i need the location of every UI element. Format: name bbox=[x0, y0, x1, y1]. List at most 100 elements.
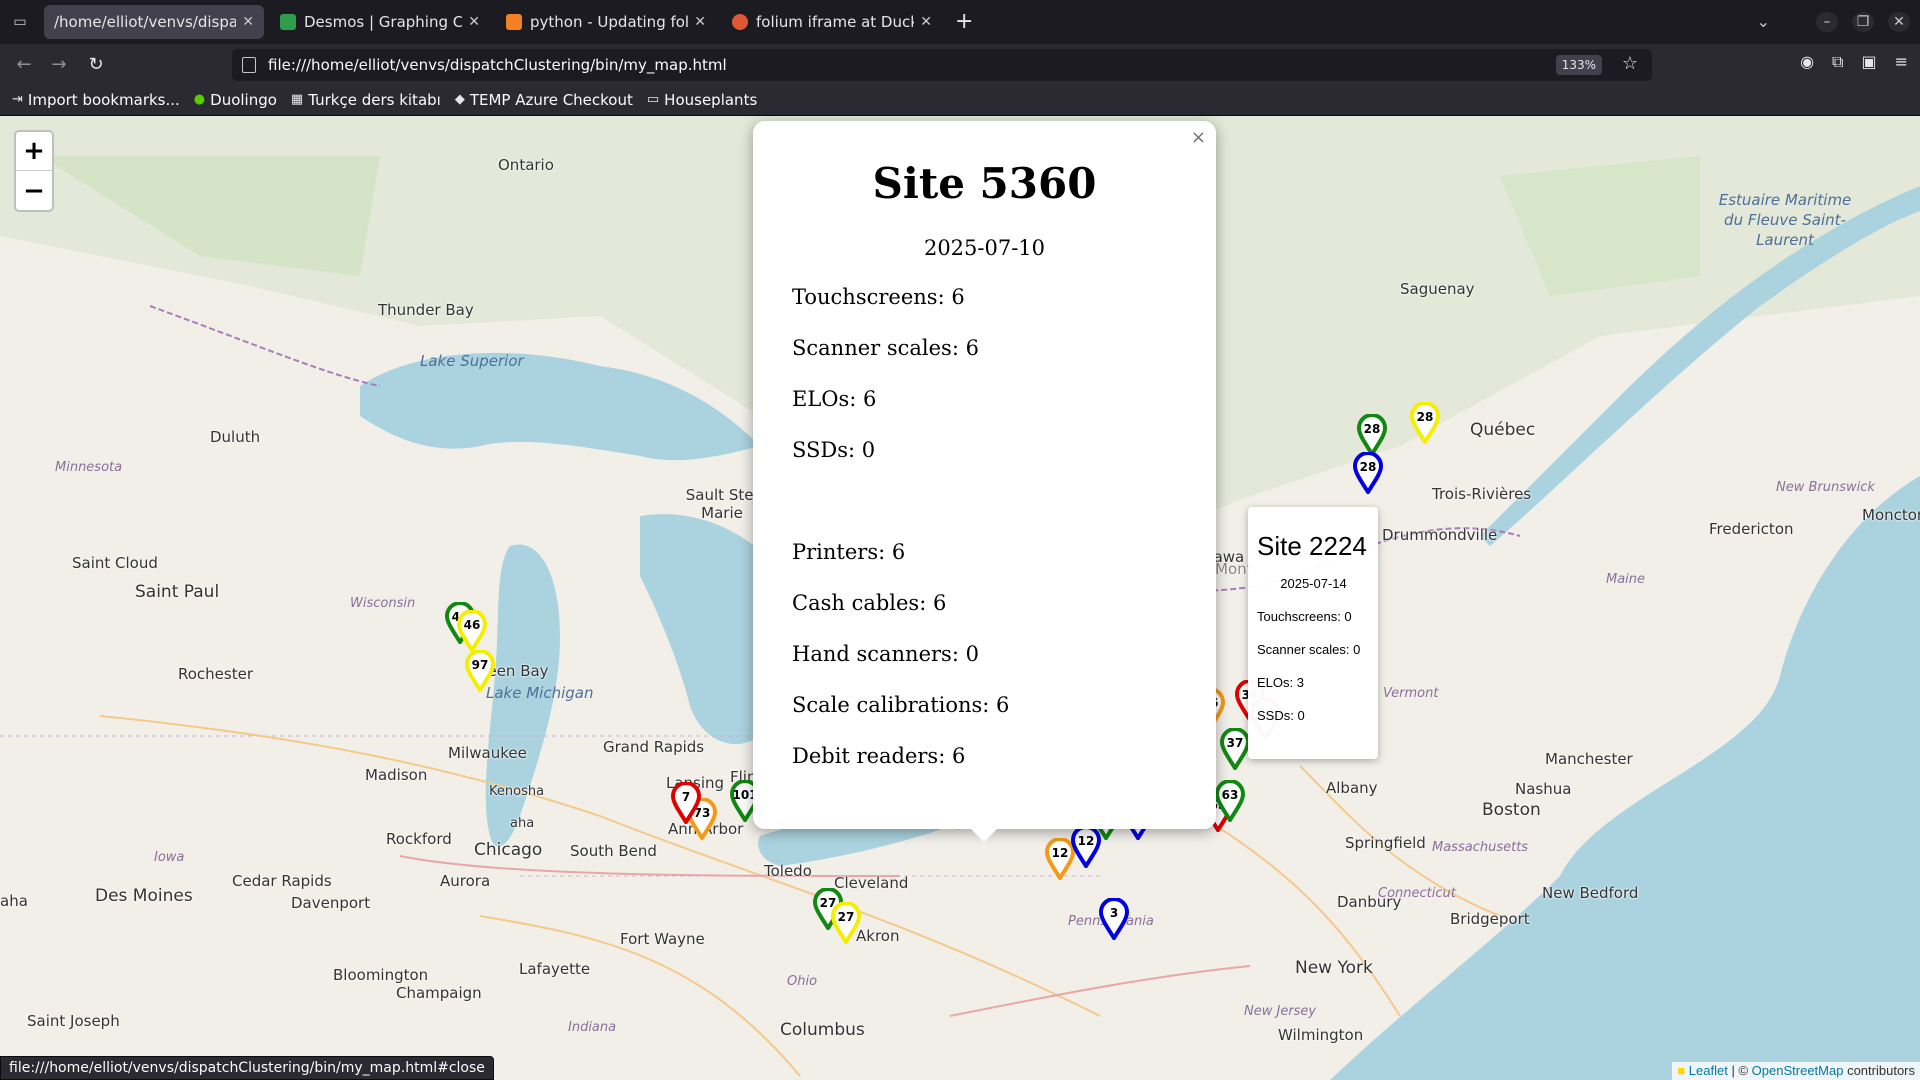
url-bar[interactable]: file:///home/elliot/venvs/dispatchCluste… bbox=[232, 49, 1652, 81]
bookmark-duolingo[interactable]: ● Duolingo bbox=[194, 91, 277, 109]
marker-label: 97 bbox=[471, 658, 489, 672]
state-label: Massachusetts bbox=[1432, 840, 1529, 855]
bookmark-turkce[interactable]: ▦ Turkçe ders kitabı bbox=[291, 91, 441, 109]
bookmark-houseplants[interactable]: ▭ Houseplants bbox=[647, 91, 757, 109]
place-label: Lafayette bbox=[519, 960, 591, 978]
close-icon[interactable]: ✕ bbox=[242, 14, 254, 30]
bookmark-label: Houseplants bbox=[664, 90, 758, 109]
state-label: Ohio bbox=[787, 974, 818, 989]
extensions-icon[interactable]: ⧉ bbox=[1832, 52, 1843, 72]
folder-icon[interactable]: ▣ bbox=[1861, 52, 1876, 72]
map-marker[interactable]: 97 bbox=[464, 649, 496, 694]
close-window-icon[interactable]: ✕ bbox=[1888, 12, 1910, 32]
place-label: Milwaukee bbox=[448, 744, 527, 762]
tab-title: python - Updating folium bbox=[530, 13, 689, 31]
forward-icon[interactable]: → bbox=[45, 52, 73, 76]
nav-bar: ← → ↻ file:///home/elliot/venvs/dispatch… bbox=[0, 44, 1920, 84]
place-label: Bridgeport bbox=[1450, 910, 1530, 928]
duolingo-icon: ● bbox=[193, 92, 206, 107]
popup-line: Scanner scales: 6 bbox=[792, 336, 979, 360]
popup-line: ELOs: 6 bbox=[792, 387, 877, 411]
github-icon: ◆ bbox=[454, 92, 465, 107]
state-label: Vermont bbox=[1383, 686, 1439, 701]
place-label: Saint Paul bbox=[135, 582, 220, 602]
place-label: Wilmington bbox=[1278, 1026, 1364, 1044]
close-icon[interactable]: ✕ bbox=[920, 14, 932, 30]
state-label: Connecticut bbox=[1378, 886, 1456, 901]
map-marker[interactable]: 63 bbox=[1214, 779, 1246, 824]
place-label: Saguenay bbox=[1400, 280, 1475, 298]
close-icon[interactable]: ✕ bbox=[694, 14, 706, 30]
place-label: Sault Ste. Marie bbox=[685, 486, 759, 522]
menu-icon[interactable]: ≡ bbox=[1895, 52, 1908, 72]
zoom-badge[interactable]: 133% bbox=[1555, 55, 1602, 75]
place-label: aha bbox=[0, 892, 28, 910]
tab-my-map[interactable]: /home/elliot/venvs/dispatch ✕ bbox=[44, 5, 264, 39]
leaflet-link[interactable]: Leaflet bbox=[1689, 1063, 1728, 1078]
chevron-down-icon[interactable]: ⌄ bbox=[1757, 12, 1770, 31]
back-icon[interactable]: ← bbox=[10, 52, 38, 76]
page-icon bbox=[242, 57, 256, 73]
tab-list-icon[interactable]: ▭ bbox=[8, 10, 32, 34]
map-marker[interactable]: 3 bbox=[1098, 897, 1130, 942]
zoom-control: + − bbox=[14, 130, 54, 212]
reload-icon[interactable]: ↻ bbox=[82, 52, 110, 76]
star-icon[interactable]: ☆ bbox=[1622, 53, 1638, 74]
place-label: Columbus bbox=[780, 1020, 865, 1040]
new-tab-icon[interactable]: + bbox=[955, 10, 973, 34]
place-label: New York bbox=[1295, 958, 1373, 978]
place-label: Chicago bbox=[474, 840, 543, 860]
restore-icon[interactable]: ❐ bbox=[1852, 12, 1874, 32]
popup-date: 2025-07-10 bbox=[923, 236, 1046, 260]
place-label: Champaign bbox=[396, 984, 482, 1002]
window-controls: – ❐ ✕ bbox=[1816, 12, 1910, 32]
attribution-separator: | © bbox=[1731, 1063, 1749, 1078]
marker-label: 37 bbox=[1226, 736, 1244, 750]
osm-link[interactable]: OpenStreetMap bbox=[1752, 1063, 1844, 1078]
map-marker[interactable]: 46 bbox=[456, 609, 488, 654]
place-label: Madison bbox=[365, 766, 428, 784]
water-label: Estuaire Maritime du Fleuve Saint-Lauren… bbox=[1718, 191, 1852, 249]
desmos-favicon-icon bbox=[280, 14, 296, 30]
place-label: Fort Wayne bbox=[620, 930, 705, 948]
marker-label: 63 bbox=[1221, 788, 1239, 802]
map-marker[interactable]: 12 bbox=[1070, 825, 1102, 870]
map-marker[interactable]: 28 bbox=[1409, 401, 1441, 446]
popup-line: Debit readers: 6 bbox=[792, 744, 966, 768]
tab-stackoverflow[interactable]: python - Updating folium ✕ bbox=[496, 5, 716, 39]
bookmark-import[interactable]: ⇥ Import bookmarks... bbox=[12, 91, 180, 109]
ukraine-flag-icon: ■ bbox=[1677, 1063, 1686, 1078]
account-icon[interactable]: ◉ bbox=[1800, 52, 1814, 72]
marker-label: 28 bbox=[1359, 460, 1377, 474]
bookmark-label: TEMP Azure Checkout bbox=[469, 90, 633, 109]
place-label: Grand Rapids bbox=[603, 738, 705, 756]
map-marker[interactable]: 27 bbox=[830, 901, 862, 946]
popup-line: Touchscreens: 6 bbox=[792, 285, 965, 309]
water-label: Lake Michigan bbox=[486, 684, 594, 702]
tooltip-date: 2025-07-14 bbox=[1280, 576, 1347, 591]
minimize-icon[interactable]: – bbox=[1816, 12, 1838, 32]
map-marker[interactable]: 7 bbox=[670, 781, 702, 826]
map-marker[interactable]: 37 bbox=[1219, 727, 1251, 772]
tab-bar: ▭ /home/elliot/venvs/dispatch ✕ Desmos |… bbox=[0, 0, 1920, 44]
close-icon[interactable]: ✕ bbox=[468, 14, 480, 30]
popup-close-button[interactable]: × bbox=[1191, 127, 1206, 148]
bookmark-azure[interactable]: ◆ TEMP Azure Checkout bbox=[455, 91, 633, 109]
tooltip-line: SSDs: 0 bbox=[1257, 708, 1305, 723]
popup-tip bbox=[970, 828, 998, 842]
tab-duckduckgo[interactable]: folium iframe at DuckDuc ✕ bbox=[722, 5, 942, 39]
zoom-in-button[interactable]: + bbox=[16, 132, 52, 171]
popup-line: Hand scanners: 0 bbox=[792, 642, 979, 666]
map-marker[interactable]: 28 bbox=[1356, 413, 1388, 458]
tab-desmos[interactable]: Desmos | Graphing Calcul ✕ bbox=[270, 5, 490, 39]
map-marker[interactable]: 28 bbox=[1352, 451, 1384, 496]
place-label: South Bend bbox=[570, 842, 657, 860]
popup-title: Site 5360 bbox=[872, 159, 1097, 208]
place-label: Fredericton bbox=[1709, 520, 1794, 538]
place-label: Davenport bbox=[291, 894, 371, 912]
zoom-out-button[interactable]: − bbox=[16, 171, 52, 210]
place-label: Rockford bbox=[386, 830, 452, 848]
marker-label: 27 bbox=[837, 910, 855, 924]
tooltip-line: ELOs: 3 bbox=[1257, 675, 1304, 690]
place-label: Saint Joseph bbox=[27, 1012, 120, 1030]
